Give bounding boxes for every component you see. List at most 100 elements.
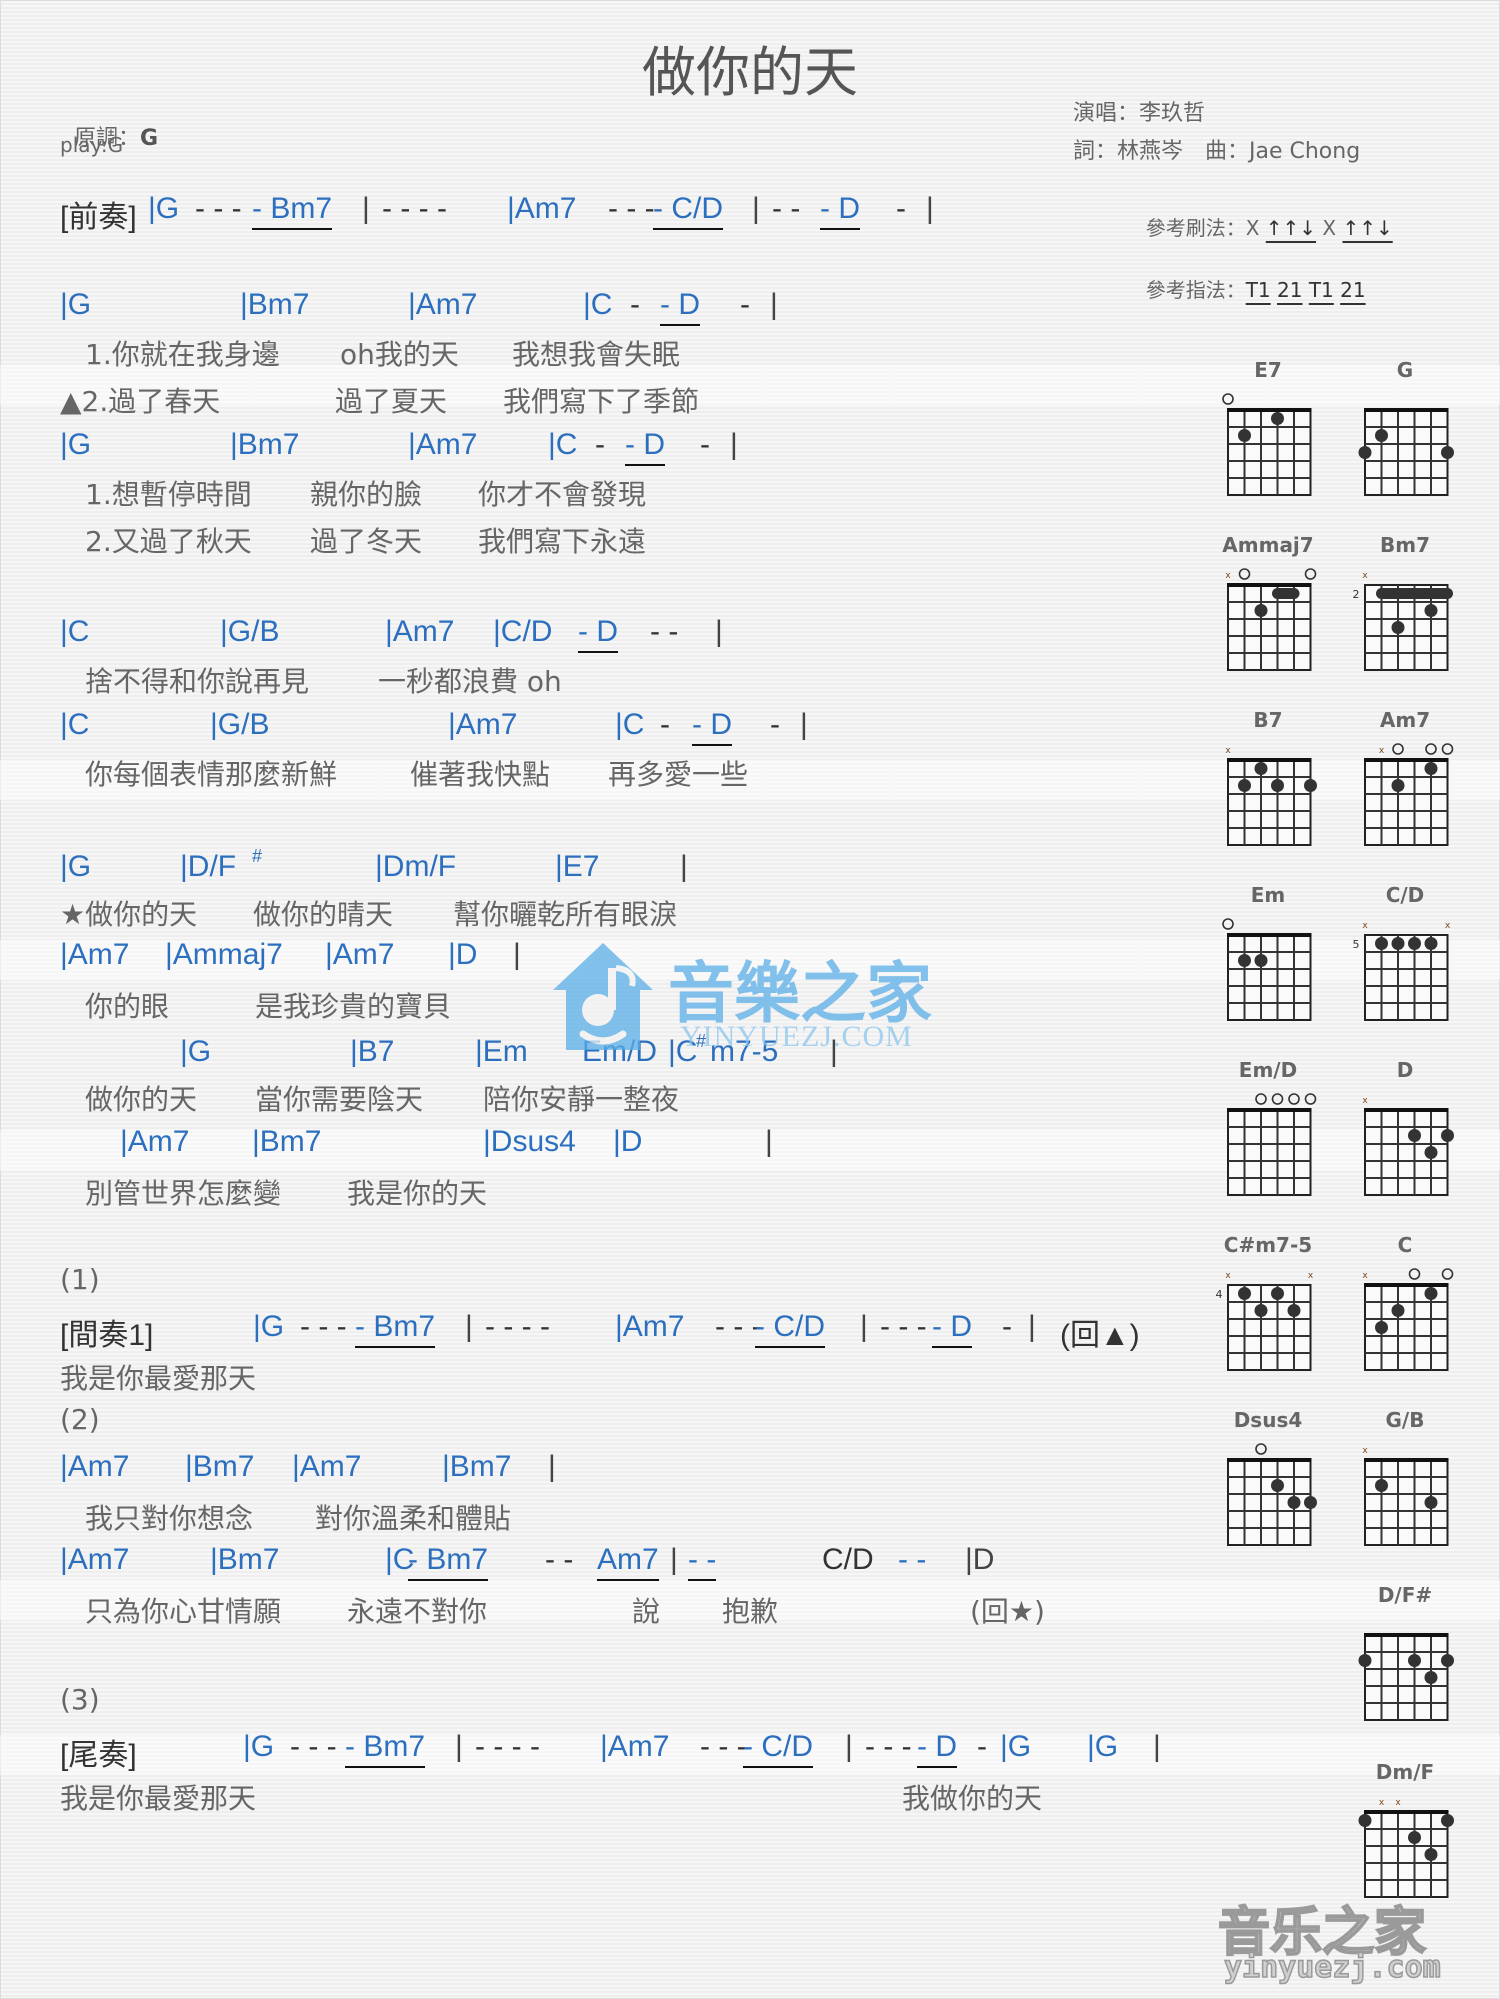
chord-diagram-name: G <box>1396 358 1414 382</box>
chord-symbol: |D <box>448 938 478 971</box>
chorus-chords: |G |B7 |Em Em/D |C # m7-5 | <box>60 1031 838 1075</box>
lyric-text: 我們寫下永遠 <box>478 525 647 558</box>
chord-diagram-name: C#m7-5 <box>1223 1233 1313 1257</box>
finger-dot <box>1238 1287 1251 1300</box>
section-label: [前奏] <box>60 201 137 234</box>
fretboard-grid: x <box>1362 1446 1449 1546</box>
chord-diagram-am7: Am7 x <box>1350 708 1460 858</box>
bar-line: | <box>1028 1310 1036 1343</box>
finger-dot <box>1238 954 1251 967</box>
fretboard <box>1227 409 1312 496</box>
credits: 詞：林燕岑 曲：Jae Chong <box>1073 139 1361 164</box>
lyric-text: 我想我會失眠 <box>512 338 681 371</box>
chord-symbol: - Bm7 <box>345 1730 426 1768</box>
chord-symbol: |G <box>1087 1730 1119 1763</box>
chord-symbol: - D <box>692 708 732 746</box>
strum-part: X <box>1322 216 1337 240</box>
finger-dot <box>1254 762 1268 775</box>
muted-string-icon: x <box>1445 921 1451 931</box>
open-string-icon <box>1288 1093 1300 1105</box>
finger-dot <box>1408 1831 1421 1844</box>
beat-dash: - - - <box>880 1310 927 1343</box>
strum-pattern: 參考刷法：X ↑↑↓ X ↑↑↓ <box>1133 188 1393 241</box>
beat-dash: - <box>630 288 640 321</box>
chord-symbol: - Bm7 <box>355 1310 436 1348</box>
beat-dash: - - <box>545 1543 574 1576</box>
finger-pattern: 參考指法：T1 21 T1 21 <box>1133 250 1366 303</box>
beat-dash: - - - <box>865 1730 912 1763</box>
chord-symbol: - D <box>820 192 860 230</box>
chord-diagram-d-f-: D/F# <box>1350 1583 1460 1733</box>
finger-dot <box>1271 1479 1284 1492</box>
lyric-text: 對你溫柔和體貼 <box>315 1502 512 1535</box>
chord-symbol: |G <box>148 192 180 225</box>
fretboard-grid: x <box>1364 743 1454 846</box>
finger-dot <box>1424 762 1438 775</box>
song-title: 做你的天 <box>642 41 858 104</box>
lyric-text: 捨不得和你說再見 <box>85 665 310 698</box>
fretboard-grid: x <box>1225 568 1317 671</box>
bar-line: | <box>752 192 760 225</box>
lyric-text: 說 <box>632 1595 661 1628</box>
watermark-corner-url: yinyuezj.com <box>1223 1949 1441 1986</box>
chord-symbol: |Am7 <box>120 1125 190 1158</box>
chord-symbol: |C <box>615 708 645 741</box>
chord-symbol: - C/D <box>653 192 723 230</box>
beat-dash: - - - - <box>485 1310 550 1343</box>
chord-symbol: |Am7 <box>60 938 130 971</box>
chord-symbol: |Bm7 <box>210 1543 280 1576</box>
lyric-text: 我們寫下了季節 <box>503 385 700 418</box>
chord-symbol: |Dm/F <box>375 850 457 883</box>
finger-dot <box>1238 779 1251 792</box>
fretboard-grid: x <box>1362 1096 1454 1196</box>
chord-symbol: |Bm7 <box>240 288 310 321</box>
fretboard-grid <box>1227 1093 1317 1196</box>
section-label: [間奏1] <box>60 1319 154 1352</box>
finger-dot <box>1391 1304 1405 1317</box>
finger-dot <box>1408 1129 1421 1142</box>
lyric-text: 你才不會發現 <box>478 478 647 511</box>
chord-diagram-ammaj7: Ammaj7 x <box>1213 533 1323 683</box>
chord-symbol: - Bm7 <box>252 192 333 230</box>
finger-dot <box>1441 446 1454 459</box>
fretboard <box>1227 1109 1312 1196</box>
chord-diagram-name: Em <box>1250 883 1286 907</box>
chord-symbol: |Am7 <box>408 428 478 461</box>
chord-symbol: |Bm7 <box>442 1450 512 1483</box>
bar-line: | <box>765 1125 773 1158</box>
bar-line: | <box>715 615 723 648</box>
chord-diagram-g: G <box>1350 358 1460 508</box>
chord-symbol: |G <box>60 428 92 461</box>
finger-dot <box>1271 779 1284 792</box>
beat-dash: - - - - <box>382 192 447 225</box>
chord-symbol: |Am7 <box>292 1450 362 1483</box>
chord-diagram-name: Bm7 <box>1380 533 1430 557</box>
finger-dot <box>1424 1146 1438 1159</box>
chord-symbol: |E7 <box>555 850 600 883</box>
lyric-text: 別管世界怎麼變 <box>85 1177 282 1210</box>
finger-dot <box>1358 1814 1372 1827</box>
singer: 演唱：李玖哲 <box>1073 101 1206 126</box>
muted-string-icon: x <box>1362 1096 1368 1106</box>
finger-dot <box>1391 779 1405 792</box>
bar-line: | <box>455 1730 463 1763</box>
chord-symbol: - D <box>660 288 700 326</box>
strum-part: ↑↑↓ <box>1342 216 1393 240</box>
finger-dot <box>1441 1814 1454 1827</box>
chord-symbol: - D <box>917 1730 957 1768</box>
muted-string-icon: x <box>1308 1271 1314 1281</box>
lyric-text: 過了夏天 <box>335 385 448 418</box>
section-label: [尾奏] <box>60 1739 137 1772</box>
finger-dot <box>1375 937 1388 950</box>
muted-string-icon: x <box>1225 1271 1231 1281</box>
fretboard <box>1364 409 1449 496</box>
chord-diagram-dm-f: Dm/F x x <box>1350 1760 1460 1910</box>
chord-diagram-name: D <box>1396 1058 1414 1082</box>
finger-dot <box>1441 1129 1454 1142</box>
finger-dot <box>1287 1304 1301 1317</box>
chord-symbol: |Am7 <box>385 615 455 648</box>
muted-string-icon: x <box>1225 746 1231 756</box>
fretboard-grid <box>1358 408 1454 496</box>
chord-diagram-name: E7 <box>1254 358 1282 382</box>
bar-line: | <box>680 850 688 883</box>
